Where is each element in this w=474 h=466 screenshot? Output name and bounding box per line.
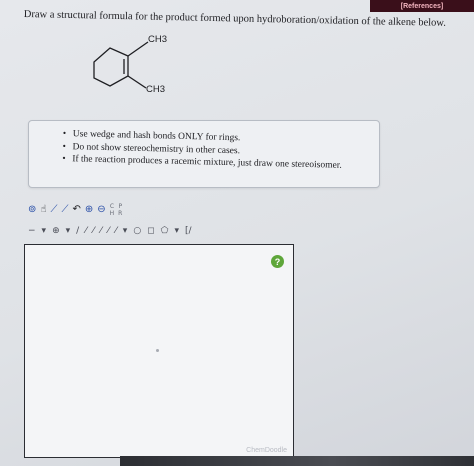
wedge-bond-tool[interactable]: ⁄ (100, 224, 102, 238)
ch3-label-top: CH3 (148, 34, 168, 45)
bullet-icon: • (62, 141, 66, 152)
instructions-list: • Use wedge and hash bonds ONLY for rings… (62, 128, 342, 172)
erase-tool-icon[interactable]: ⟋ (50, 203, 57, 217)
help-icon[interactable]: ? (271, 255, 284, 268)
bullet-icon: • (62, 128, 67, 140)
element-p-button[interactable]: P R (118, 203, 122, 217)
lasso-tool-icon[interactable]: ⊚ (28, 203, 36, 217)
double-bond-tool[interactable]: ⁄ (85, 224, 87, 238)
element-c-label: C (109, 203, 115, 210)
rotate-tool-icon[interactable]: ↶ (72, 203, 80, 217)
chevron-down-icon[interactable]: ▾ (123, 224, 128, 238)
element-p-sub: R (118, 210, 123, 217)
triple-bond-tool[interactable]: ⁄ (93, 224, 95, 238)
canvas-center-dot (156, 349, 159, 352)
wavy-bond-tool[interactable]: ⁄ (115, 224, 117, 238)
bracket-tool[interactable]: [/ (185, 224, 192, 238)
chevron-down-icon[interactable]: ▾ (42, 224, 47, 238)
instructions-box: • Use wedge and hash bonds ONLY for rings… (28, 120, 380, 188)
charge-plus-button[interactable]: ⊕ (52, 224, 60, 238)
hand-tool-icon[interactable]: ☝ (40, 203, 46, 217)
element-c-sub: H (109, 210, 115, 217)
element-p-label: P (118, 203, 123, 210)
chevron-down-icon[interactable]: ▾ (66, 224, 71, 238)
drawing-canvas[interactable]: ? ChemDoodle (24, 244, 294, 458)
charge-minus-button[interactable]: − (28, 224, 36, 238)
bullet-icon: • (62, 153, 66, 165)
draw-tool-icon[interactable]: ⟋ (61, 203, 68, 217)
ring-square-tool[interactable]: ◻ (147, 224, 154, 238)
zoom-in-icon[interactable]: ⊕ (85, 203, 93, 217)
chemdoodle-watermark: ChemDoodle (246, 447, 287, 454)
ch3-label-bottom: CH3 (146, 84, 166, 95)
ring-pentagon-tool[interactable]: ⬠ (161, 224, 169, 238)
alkene-structure: CH3 CH3 (82, 32, 192, 102)
drawing-toolbar-top: ⊚ ☝ ⟋ ⟋ ↶ ⊕ ⊖ C H P R (28, 202, 122, 218)
ring-circle-tool[interactable]: ○ (133, 224, 141, 238)
screen: [References] Draw a structural formula f… (0, 0, 474, 466)
element-c-button[interactable]: C H (110, 203, 115, 217)
single-bond-tool[interactable]: / (76, 224, 79, 238)
cyclohexene-ring (93, 41, 149, 89)
hash-bond-tool[interactable]: ⁄ (108, 224, 110, 238)
references-link[interactable]: [References] (370, 0, 474, 12)
zoom-out-icon[interactable]: ⊖ (97, 203, 105, 217)
chevron-down-icon[interactable]: ▾ (174, 224, 179, 238)
bottom-bar (120, 456, 474, 466)
drawing-toolbar-bottom: − ▾ ⊕ ▾ / ⁄ ⁄ ⁄ ⁄ ⁄ ▾ ○ ◻ ⬠ ▾ [/ (28, 224, 192, 238)
